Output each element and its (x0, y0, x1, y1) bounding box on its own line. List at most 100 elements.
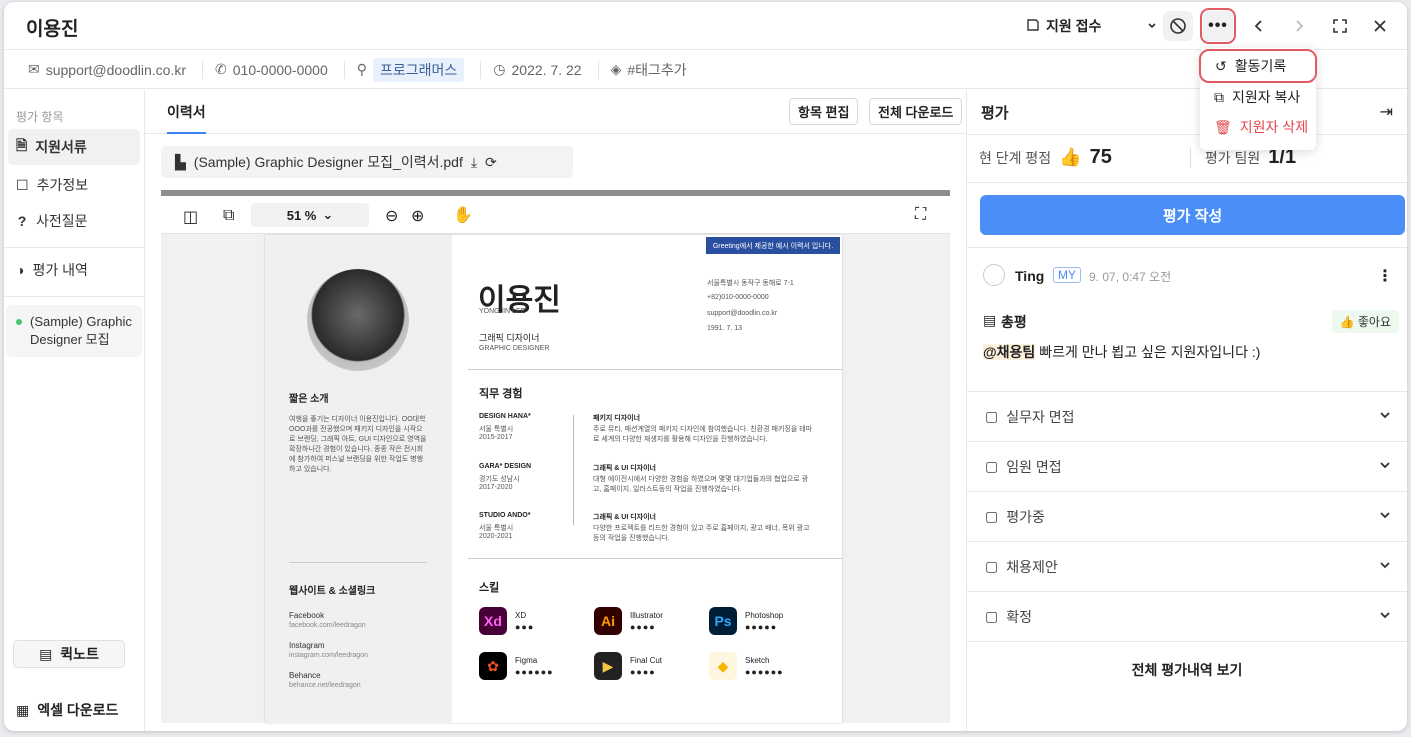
tab-resume[interactable]: 이력서 (167, 102, 206, 134)
stage-select[interactable]: 지원 접수 (1026, 16, 1157, 36)
tag-add[interactable]: ◈ #태그추가 (611, 61, 703, 79)
skill-logo-icon: Ps (709, 607, 737, 635)
sidebar-toggle-icon[interactable]: ◫ (183, 207, 198, 227)
collapse-panel-icon[interactable]: ⇥ (1380, 102, 1393, 122)
close-button[interactable] (1365, 11, 1395, 41)
quicknote-button[interactable]: ▤ 퀵노트 (13, 640, 125, 668)
sidebar-item-history[interactable]: ◑ 평가 내역 (8, 254, 140, 286)
thumbs-up-icon: 👍 (1339, 315, 1355, 329)
copy-icon: ⧉ (1214, 88, 1224, 105)
skill-name: XD (515, 611, 527, 620)
edit-items-button[interactable]: 항목 편집 (789, 98, 859, 125)
tag-add-text: #태그추가 (627, 61, 687, 78)
stage-row[interactable]: ▢ 확정 (967, 591, 1407, 641)
file-chip[interactable]: ▙ (Sample) Graphic Designer 모집_이력서.pdf ⤓… (161, 146, 573, 178)
main-panel: 이력서 항목 편집 전체 다운로드 ▙ (Sample) Graphic Des… (145, 90, 966, 731)
write-evaluation-button[interactable]: 평가 작성 (980, 195, 1405, 235)
menu-item-label: 지원자 복사 (1232, 89, 1301, 105)
menu-item-delete[interactable]: 🗑 지원자 삭제 (1200, 112, 1316, 142)
skill-name: Sketch (745, 656, 770, 665)
skills-title: 스킬 (479, 582, 500, 594)
resume-birth: 1991. 7. 13 (707, 325, 743, 332)
skill-logo-icon: ◆ (709, 652, 737, 680)
intro-text: 여행을 좋기는 디자이너 이용진입니다. OO대학 OOO과를 전공했으며 패키… (289, 416, 427, 473)
career-company: DESIGN HANA* (479, 413, 531, 420)
stage-name: 임원 면접 (1006, 458, 1062, 475)
career-location: 서울 특별시 (479, 525, 514, 532)
career-period: 2017-2020 (479, 484, 513, 491)
phone-item[interactable]: ✆ 010-0000-0000 (215, 60, 345, 79)
phone-icon: ✆ (215, 61, 227, 77)
expand-button[interactable] (1325, 11, 1355, 41)
sidebar-item-extra-info[interactable]: ☐ 추가정보 (8, 169, 140, 201)
fullscreen-icon[interactable]: ⛶ (915, 206, 926, 224)
chevron-down-icon (1147, 18, 1157, 34)
stage-row[interactable]: ▢ 임원 면접 (967, 441, 1407, 491)
comment-card: Ting MY 9. 07, 0:47 오전 ⋮ ▤ 총평 👍 좋아요 @채용팀… (967, 248, 1407, 391)
career-role: 그래픽 & UI 디자이너 (593, 465, 656, 472)
comment-text: 빠르게 만나 뵙고 싶은 지원자입니다 :) (1039, 344, 1261, 360)
prev-button[interactable] (1244, 11, 1274, 41)
menu-item-copy[interactable]: ⧉ 지원자 복사 (1200, 82, 1316, 112)
evaluation-panel: 평가 ⇥ 현 단계 평점 👍 75 평가 팀원 1/1 평가 작성 Ting M… (966, 90, 1407, 731)
more-button[interactable]: ••• (1200, 8, 1236, 44)
stage-row[interactable]: ▢ 채용제안 (967, 541, 1407, 591)
zoom-in-icon[interactable]: ⊕ (411, 206, 424, 226)
quicknote-label: 퀵노트 (60, 646, 99, 662)
stage-row[interactable]: ▢ 실무자 면접 (967, 391, 1407, 441)
skill-level: ●●●●●● (745, 667, 784, 677)
skill-name: Figma (515, 656, 538, 665)
pages-icon[interactable]: ⧉ (223, 207, 234, 225)
refresh-icon[interactable]: ⟳ (485, 154, 497, 171)
skill-logo-icon: Xd (479, 607, 507, 635)
skill-logo-icon: Ai (594, 607, 622, 635)
download-icon[interactable]: ⤓ (471, 154, 477, 171)
note-icon: ▢ (985, 558, 999, 574)
location-pin-icon: ⚲ (356, 61, 368, 77)
comment-body: @채용팀 빠르게 만나 뵙고 싶은 지원자입니다 :) (983, 342, 1260, 362)
zoom-select[interactable]: 51 % ⌄ (251, 203, 369, 227)
applicant-name: 이용진 (26, 19, 79, 40)
sidebar-item-documents[interactable]: 🗎 지원서류 (8, 129, 140, 165)
profile-photo (307, 269, 409, 371)
comment-category: 총평 (1001, 314, 1027, 330)
view-all-evaluations-button[interactable]: 전체 평가내역 보기 (967, 641, 1407, 697)
block-button[interactable] (1163, 11, 1193, 41)
menu-item-activity[interactable]: ↺ 활동기록 (1199, 49, 1317, 83)
kebab-icon[interactable]: ⋮ (1377, 266, 1393, 286)
email-item[interactable]: ✉ support@doodlin.co.kr (28, 60, 204, 79)
hand-icon[interactable]: ✋ (453, 205, 473, 225)
resume-phone: +82)010-0000-0000 (707, 294, 769, 301)
chevron-down-icon: ⌄ (322, 207, 334, 222)
note-icon: ▢ (985, 508, 999, 524)
resume-name-en: YONGJIN LEE (479, 308, 526, 315)
sidebar-item-questions[interactable]: ? 사전질문 (8, 205, 140, 237)
divider (4, 247, 144, 248)
link-name: Instagram (289, 641, 325, 650)
job-posting-item[interactable]: (Sample) Graphic Designer 모집 (6, 305, 142, 357)
note-icon: ▤ (39, 645, 53, 662)
career-company: GARA* DESIGN (479, 463, 532, 470)
history-icon: ↺ (1215, 57, 1227, 74)
source-item[interactable]: ⚲ 프로그래머스 (356, 57, 482, 82)
skill-logo-icon: ▶ (594, 652, 622, 680)
download-all-button[interactable]: 전체 다운로드 (869, 98, 963, 125)
zoom-out-icon[interactable]: ⊖ (385, 206, 398, 226)
next-button[interactable] (1284, 11, 1314, 41)
links-title: 웹사이트 & 소셜링크 (289, 586, 376, 597)
career-role: 패키지 디자이너 (593, 415, 641, 422)
skill-name: Final Cut (630, 656, 663, 665)
excel-download-button[interactable]: ▦ 엑셀 다운로드 (16, 700, 118, 720)
info-bar: ✉ support@doodlin.co.kr ✆ 010-0000-0000 ⚲ 프… (4, 51, 1407, 89)
expand-icon (1333, 19, 1347, 33)
email-text: support@doodlin.co.kr (45, 61, 187, 78)
career-desc: 다양한 프로젝트를 리드한 경험이 있고 주로 홈페이지, 광고 배너, 목위 … (593, 525, 810, 542)
phone-text: 010-0000-0000 (232, 61, 328, 78)
stage-row[interactable]: ▢ 평가중 (967, 491, 1407, 541)
chevron-down-icon (1379, 408, 1391, 424)
score-value: 75 (1089, 146, 1112, 168)
stage-name: 실무자 면접 (1006, 408, 1075, 425)
zoom-value: 51 % (286, 207, 317, 223)
skill-level: ●●●● (630, 667, 656, 677)
more-icon: ••• (1208, 17, 1228, 34)
